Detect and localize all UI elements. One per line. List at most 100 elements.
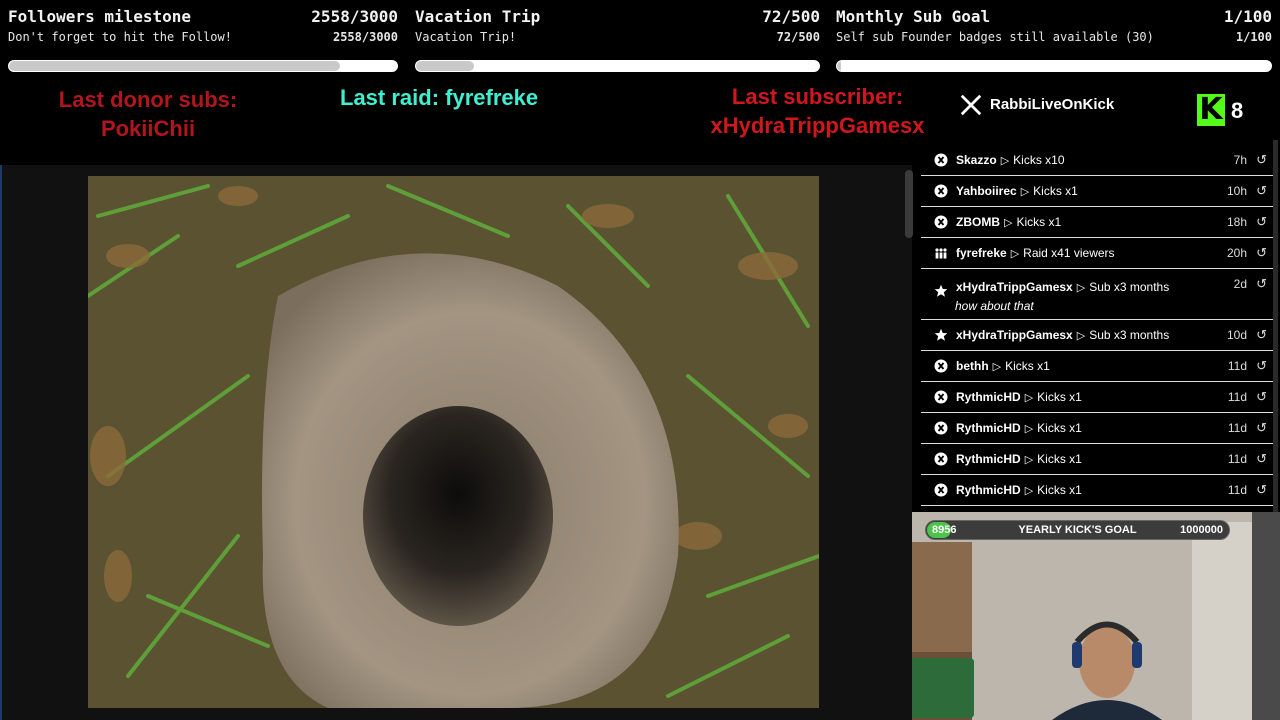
goal-monthly-sub: Monthly Sub Goal 1/100 Self sub Founder … (836, 0, 1272, 80)
feed-row: xHydraTrippGamesx ▷ Sub x3 months 10d ↺ (921, 320, 1273, 351)
feed-user: RythmicHD (956, 483, 1021, 497)
feed-user: Skazzo (956, 153, 997, 167)
last-subscriber-name: xHydraTrippGamesx (710, 113, 925, 138)
replay-icon[interactable]: ↺ (1256, 152, 1267, 168)
feed-scrollbar[interactable] (1273, 140, 1278, 512)
feed-time: 10h (1226, 184, 1247, 198)
feed-row-main: xHydraTrippGamesx ▷ Sub x3 months (921, 328, 1169, 342)
replay-icon[interactable]: ↺ (1256, 327, 1267, 343)
feed-row-main: fyrefreke ▷ Raid x41 viewers (921, 246, 1115, 260)
feed-action: Sub x3 months (1089, 280, 1170, 294)
feed-time: 7h (1233, 153, 1247, 167)
arrow-icon: ▷ (1024, 391, 1034, 404)
last-donor: Last donor subs: PokiiChii (48, 85, 248, 143)
feed-row: RythmicHD ▷ Kicks x1 11d ↺ (921, 444, 1273, 475)
replay-icon[interactable]: ↺ (1256, 214, 1267, 230)
feed-action: Kicks x1 (1033, 184, 1078, 198)
kick-icon (934, 421, 948, 435)
feed-time: 11d (1227, 452, 1247, 466)
feed-row: RythmicHD ▷ Kicks x1 11d ↺ (921, 475, 1273, 506)
stage-scrollbar[interactable] (905, 170, 913, 238)
kick-icon (934, 153, 948, 167)
replay-icon[interactable]: ↺ (1256, 276, 1267, 292)
goal-progress-fill (9, 61, 340, 71)
goal-progress-fill (837, 61, 842, 71)
feed-row: Skazzo ▷ Kicks x10 7h ↺ (921, 145, 1273, 176)
feed-action: Kicks x1 (1037, 452, 1082, 466)
feed-message: how about that (955, 299, 1034, 313)
stage-left-border (0, 165, 2, 720)
kick-icon (934, 483, 948, 497)
feed-user: bethh (956, 359, 989, 373)
goal-title: Followers milestone (8, 7, 192, 26)
replay-icon[interactable]: ↺ (1256, 358, 1267, 374)
feed-user: ZBOMB (956, 215, 1000, 229)
kick-logo-icon: K (1197, 94, 1225, 126)
goal-subtitle: Vacation Trip! (415, 30, 517, 44)
feed-user: xHydraTrippGamesx (956, 328, 1073, 342)
goal-followers: Followers milestone 2558/3000 Don't forg… (8, 0, 398, 80)
arrow-icon: ▷ (1076, 329, 1086, 342)
feed-time: 18h (1226, 215, 1247, 229)
feed-row: RythmicHD ▷ Kicks x1 11d ↺ (921, 413, 1273, 444)
feed-row-main: RythmicHD ▷ Kicks x1 (921, 483, 1082, 497)
arrow-icon: ▷ (1024, 422, 1034, 435)
feed-time: 11d (1227, 421, 1247, 435)
replay-icon[interactable]: ↺ (1256, 245, 1267, 261)
arrow-icon: ▷ (1010, 247, 1020, 260)
replay-icon[interactable]: ↺ (1256, 183, 1267, 199)
feed-user: xHydraTrippGamesx (956, 280, 1073, 294)
feed-action: Kicks x1 (1016, 215, 1062, 229)
feed-row-main: RythmicHD ▷ Kicks x1 (921, 421, 1082, 435)
last-donor-name: PokiiChii (100, 116, 196, 141)
last-subscriber-label: Last subscriber: (731, 84, 904, 109)
replay-icon[interactable]: ↺ (1256, 451, 1267, 467)
arrow-icon: ▷ (1020, 185, 1030, 198)
kick-icon (934, 184, 948, 198)
goal-count: 72/500 (762, 7, 820, 26)
goal-subcount: 72/500 (776, 30, 820, 44)
feed-row-main: ZBOMB ▷ Kicks x1 (921, 215, 1061, 229)
goal-subtitle: Don't forget to hit the Follow! (8, 30, 232, 44)
activity-feed: Skazzo ▷ Kicks x10 7h ↺ Yahboiirec ▷ Kicks x1 10… (921, 145, 1273, 506)
goal-count: 2558/3000 (311, 7, 398, 26)
kick-icon (934, 390, 948, 404)
feed-time: 20h (1226, 246, 1247, 260)
goal-title: Monthly Sub Goal (836, 7, 991, 26)
last-subscriber: Last subscriber: xHydraTrippGamesx (690, 82, 945, 140)
replay-icon[interactable]: ↺ (1256, 389, 1267, 405)
goal-count: 1/100 (1223, 7, 1272, 26)
kick-icon (934, 215, 948, 229)
arrow-icon: ▷ (1024, 453, 1034, 466)
feed-action: Kicks x1 (1005, 359, 1050, 373)
kick-goal-target: 1000000 (1180, 524, 1223, 536)
viewer-count: 8 (1231, 98, 1244, 123)
feed-row-main: Yahboiirec ▷ Kicks x1 (921, 184, 1078, 198)
feed-row: fyrefreke ▷ Raid x41 viewers 20h ↺ (921, 238, 1273, 269)
feed-row-main: xHydraTrippGamesx ▷ Sub x3 months (921, 276, 1169, 298)
feed-row: xHydraTrippGamesx ▷ Sub x3 months how about… (921, 269, 1273, 320)
feed-time: 2d (1233, 277, 1247, 291)
feed-time: 10d (1226, 328, 1247, 342)
goal-progress-bar (8, 60, 398, 72)
feed-action: Kicks x1 (1037, 390, 1082, 404)
arrow-icon: ▷ (1076, 281, 1086, 294)
feed-user: fyrefreke (956, 246, 1007, 260)
star-icon (934, 328, 948, 342)
feed-user: Yahboiirec (956, 184, 1017, 198)
feed-user: RythmicHD (956, 390, 1021, 404)
kick-icon (934, 452, 948, 466)
replay-icon[interactable]: ↺ (1256, 482, 1267, 498)
feed-action: Kicks x1 (1037, 483, 1082, 497)
feed-time: 11d (1227, 390, 1247, 404)
feed-row-main: Skazzo ▷ Kicks x10 (921, 153, 1065, 167)
arrow-icon: ▷ (1000, 154, 1010, 167)
last-raid: Last raid: fyrefreke (340, 85, 539, 110)
replay-icon[interactable]: ↺ (1256, 420, 1267, 436)
arrow-icon: ▷ (1004, 216, 1013, 229)
goal-subcount: 1/100 (1235, 30, 1272, 44)
x-logo-icon (960, 94, 982, 122)
channel-name: RabbiLiveOnKick (990, 96, 1115, 113)
feed-action: Sub x3 months (1089, 328, 1170, 342)
feed-user: RythmicHD (956, 421, 1021, 435)
